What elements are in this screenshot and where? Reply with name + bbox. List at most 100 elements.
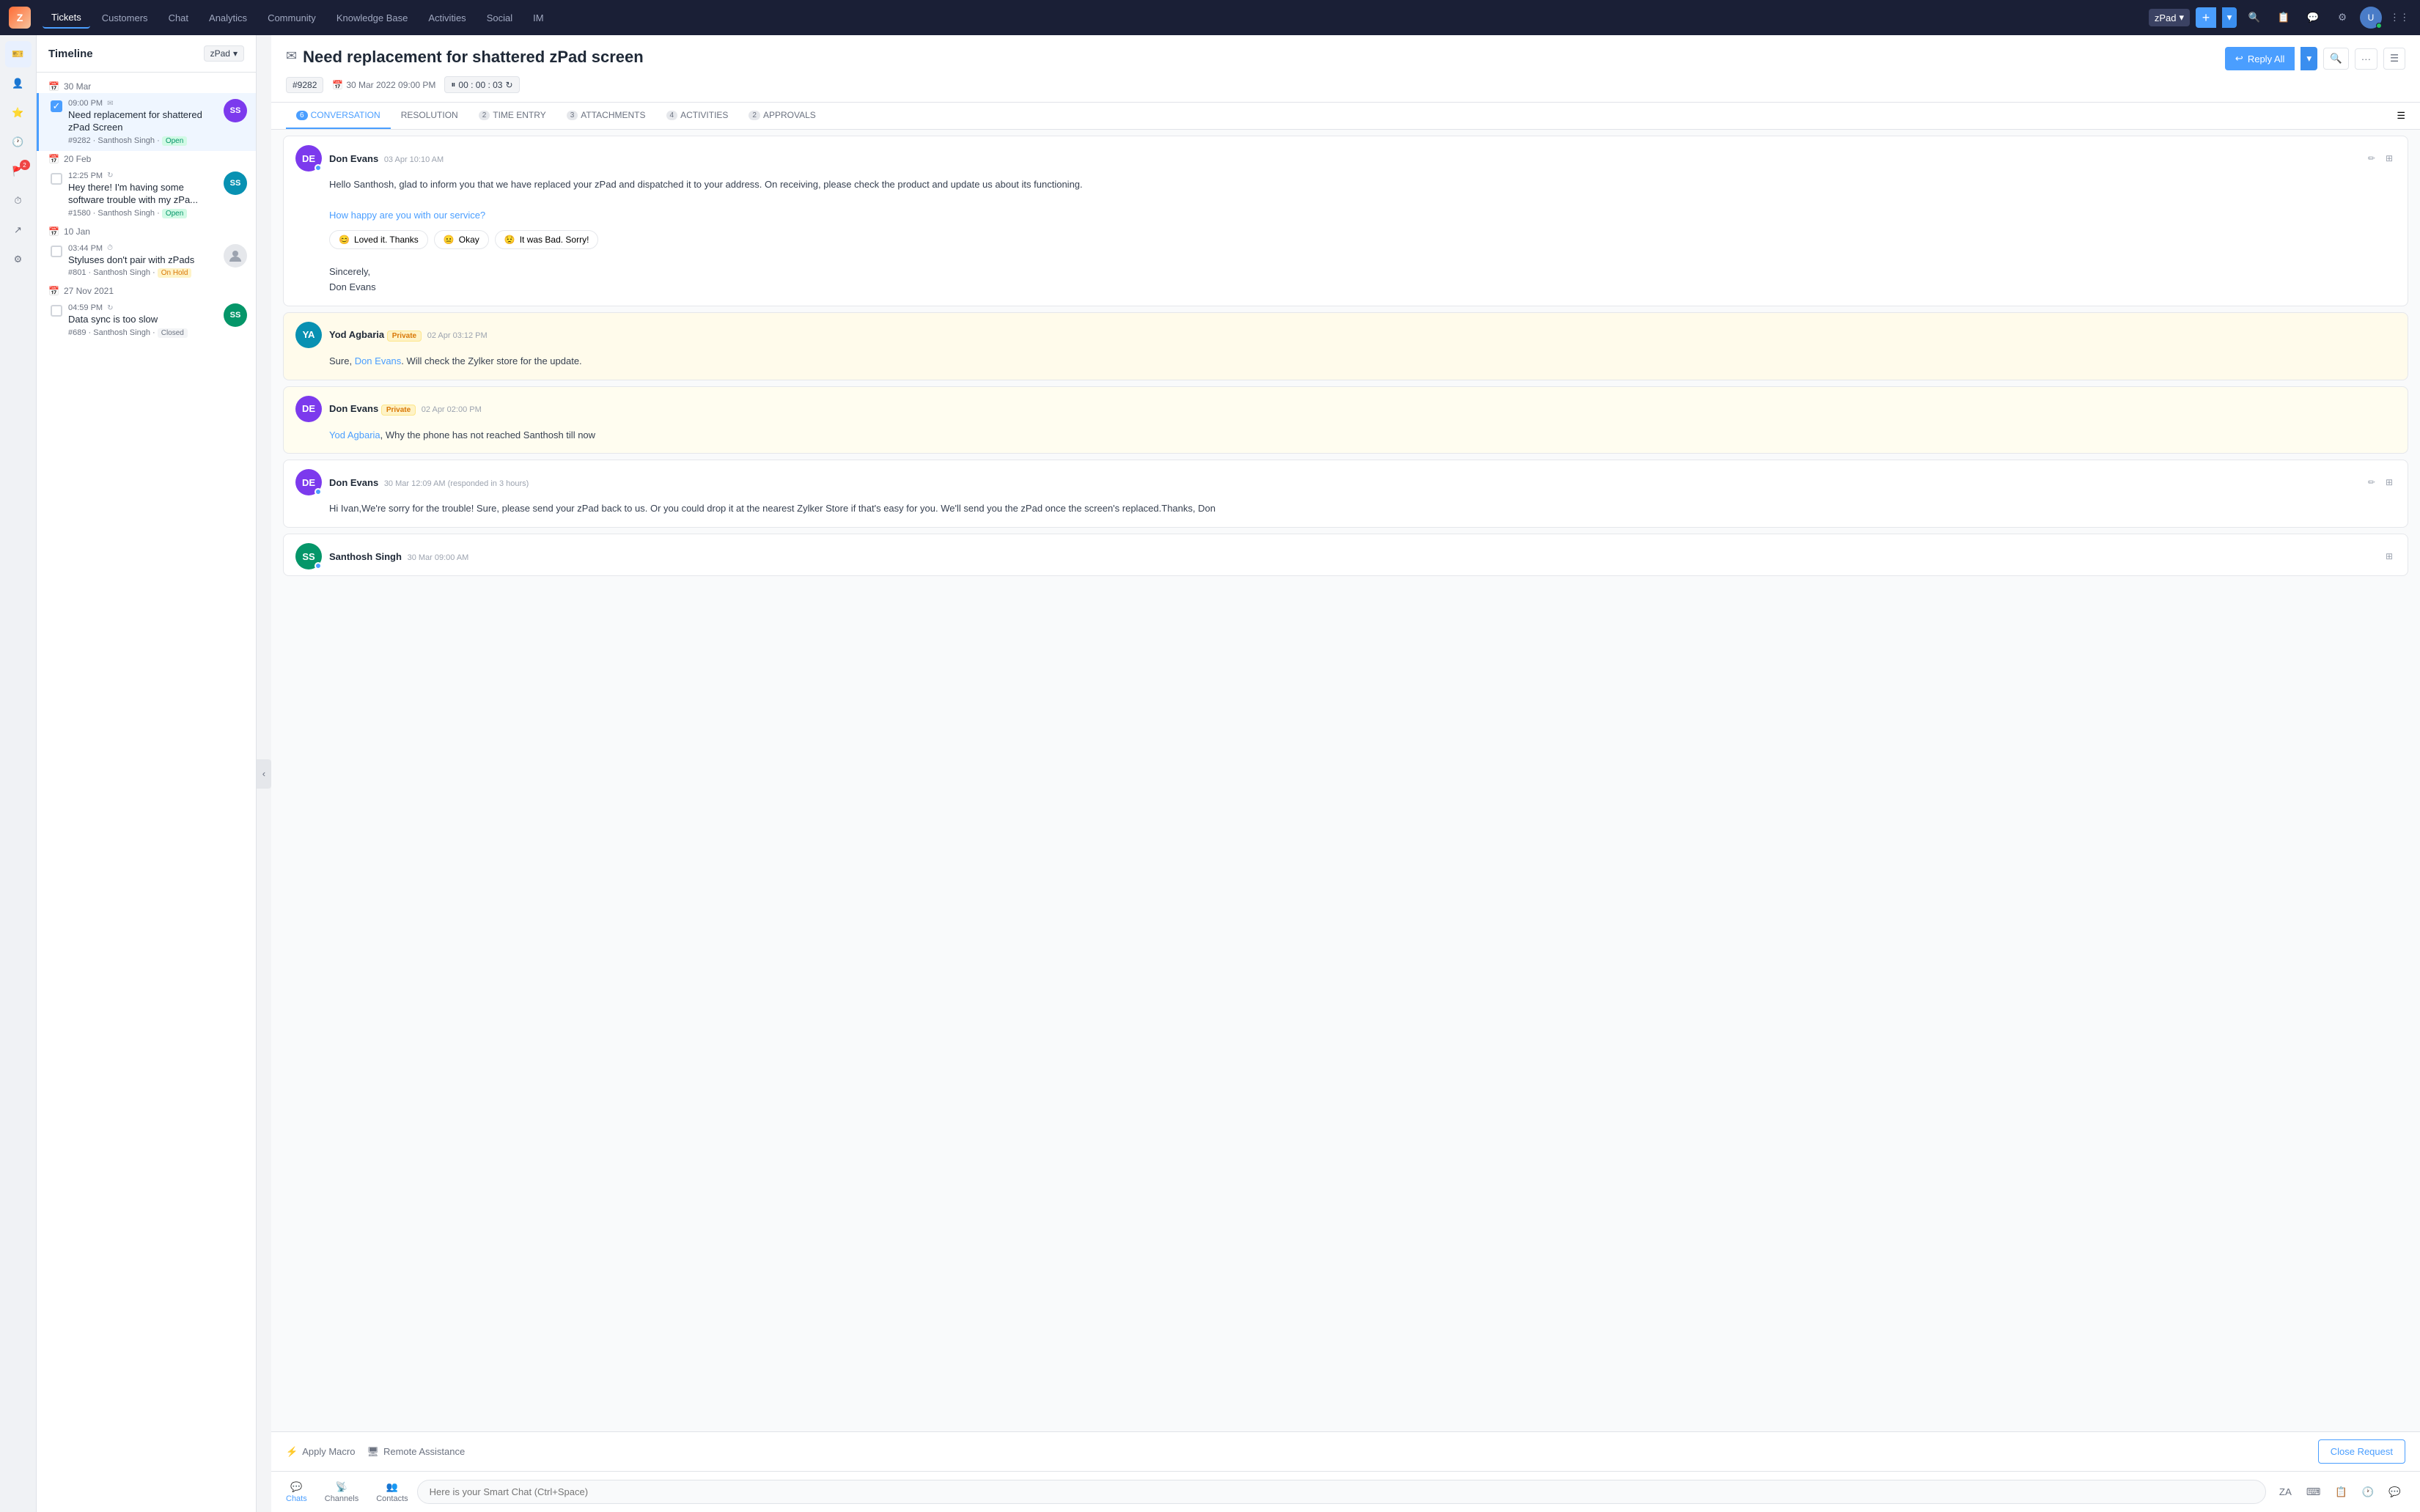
ticket-item[interactable]: 12:25 PM ↻ Hey there! I'm having some so… [37,166,256,224]
search-button[interactable]: 🔍 [2243,6,2266,29]
nav-item-chat[interactable]: Chat [160,8,197,28]
ticket-item[interactable]: ✓ 09:00 PM ✉ Need replacement for shatte… [37,93,256,151]
smart-chat-input[interactable] [417,1480,2266,1504]
ticket-timer[interactable]: ⏸ 00 : 00 : 03 ↻ [444,76,519,93]
nav-item-im[interactable]: IM [524,8,552,28]
message-header: SS Santhosh Singh 30 Mar 09:00 AM ⊞ [284,534,2408,575]
grid-button[interactable]: ⋮⋮ [2388,6,2411,29]
sidebar-item-share[interactable]: ↗ [5,217,32,243]
ticket-checkbox[interactable]: ✓ [51,100,62,112]
nav-item-tickets[interactable]: Tickets [43,7,90,29]
workspace-selector[interactable]: zPad ▾ [2149,9,2190,26]
translate-button[interactable]: ZA [2275,1483,2296,1500]
bottom-nav-chats[interactable]: 💬 Chats [286,1481,307,1503]
status-dot [315,488,322,495]
sidebar-item-starred[interactable]: ⭐ [5,100,32,126]
avatar: DE [295,469,322,495]
chats-label: Chats [286,1494,307,1503]
ticket-avatar [224,244,247,268]
nav-item-knowledge-base[interactable]: Knowledge Base [328,8,417,28]
timeline-body: 📅 30 Mar ✓ 09:00 PM ✉ Need replacement f… [37,73,256,1512]
date-label: 📅 27 Nov 2021 [48,286,244,296]
nav-item-analytics[interactable]: Analytics [200,8,256,28]
edit-message-button[interactable]: ✏ [2365,152,2378,165]
timer-button[interactable]: 🕐 [2358,1483,2379,1501]
remote-assistance-button[interactable]: 🖥 Remote Assistance [367,1446,465,1458]
feedback-loved-button[interactable]: 😊 Loved it. Thanks [329,230,428,249]
edit-message-button[interactable]: ✏ [2365,476,2378,489]
msg-timestamp: 02 Apr 03:12 PM [427,331,488,340]
left-sidebar: 🎫 👤 ⭐ 🕐 🚩 2 ⏱ ↗ ⚙ [0,35,37,1512]
expand-message-button[interactable]: ⊞ [2383,550,2396,563]
sidebar-item-tickets[interactable]: 🎫 [5,41,32,67]
tab-activities[interactable]: 4 ACTIVITIES [656,103,739,129]
mention-link[interactable]: Yod Agbaria [329,429,380,440]
tab-resolution[interactable]: RESOLUTION [391,103,468,129]
tabs-overflow[interactable]: ☰ [2397,110,2405,122]
nav-items: Tickets Customers Chat Analytics Communi… [43,7,2149,29]
message-header: DE Don Evans 30 Mar 12:09 AM (responded … [284,460,2408,501]
collapse-panel-button[interactable]: ‹ [257,759,271,789]
sidebar-item-timer[interactable]: ⏱ [5,188,32,214]
tab-attachments[interactable]: 3 ATTACHMENTS [556,103,656,129]
bottom-nav-channels[interactable]: 📡 Channels [325,1481,358,1503]
ticket-action-bar: ⚡ Apply Macro 🖥 Remote Assistance Close … [271,1431,2420,1471]
msg-timestamp: 30 Mar 09:00 AM [408,553,469,562]
ticket-meta: #801 · Santhosh Singh · On Hold [68,268,218,277]
add-dropdown-button[interactable]: ▾ [2222,7,2237,28]
ticket-item[interactable]: 04:59 PM ↻ Data sync is too slow #689 · … [37,298,256,343]
feedback-bad-button[interactable]: 😟 It was Bad. Sorry! [495,230,599,249]
feedback-okay-button[interactable]: 😐 Okay [434,230,489,249]
tab-approvals[interactable]: 2 APPROVALS [738,103,825,129]
clipboard-button[interactable]: 📋 [2331,1483,2352,1501]
ticket-checkbox[interactable] [51,173,62,185]
notification-button[interactable]: 📋 [2272,6,2295,29]
macro-icon: ⚡ [286,1446,298,1458]
channels-label: Channels [325,1494,358,1503]
ticket-item[interactable]: 03:44 PM ⏱ Styluses don't pair with zPad… [37,238,256,284]
top-navigation: Z Tickets Customers Chat Analytics Commu… [0,0,2420,35]
expand-message-button[interactable]: ⊞ [2383,476,2396,489]
reply-all-dropdown-button[interactable]: ▾ [2301,47,2317,70]
nav-item-customers[interactable]: Customers [93,8,157,28]
more-options-button[interactable]: ··· [2355,48,2377,70]
nav-right: zPad ▾ + ▾ 🔍 📋 💬 ⚙ U ⋮⋮ [2149,6,2411,29]
email-icon: ✉ [107,100,113,108]
status-badge: Open [162,136,187,146]
sidebar-item-contacts[interactable]: 👤 [5,70,32,97]
sidebar-item-settings[interactable]: ⚙ [5,246,32,273]
add-button[interactable]: + [2196,7,2216,28]
reply-all-button[interactable]: ↩ Reply All [2225,47,2295,70]
expand-message-button[interactable]: ⊞ [2383,152,2396,165]
mention-link[interactable]: Don Evans [355,355,402,366]
tab-conversation[interactable]: 6 CONVERSATION [286,103,391,129]
keyboard-button[interactable]: ⌨ [2302,1483,2325,1501]
chat-button[interactable]: 💬 [2301,6,2325,29]
sidebar-item-flags[interactable]: 🚩 2 [5,158,32,185]
tab-time-entry[interactable]: 2 TIME ENTRY [468,103,556,129]
ticket-time: 09:00 PM [68,99,103,108]
nav-item-social[interactable]: Social [478,8,521,28]
ticket-checkbox[interactable] [51,246,62,257]
app-logo[interactable]: Z [9,7,31,29]
settings-button[interactable]: ⚙ [2331,6,2354,29]
close-request-button[interactable]: Close Request [2318,1439,2405,1464]
timeline-filter[interactable]: zPad ▾ [204,45,244,62]
msg-actions: ✏ ⊞ [2365,476,2396,489]
sidebar-item-history[interactable]: 🕐 [5,129,32,155]
msg-name-time: Santhosh Singh 30 Mar 09:00 AM [329,551,468,562]
layout-toggle-button[interactable]: ☰ [2383,48,2405,70]
search-in-ticket-button[interactable]: 🔍 [2323,48,2349,70]
chat-tool-button[interactable]: 💬 [2384,1483,2405,1501]
nav-item-community[interactable]: Community [259,8,325,28]
ticket-meta: #689 · Santhosh Singh · Closed [68,328,218,337]
ticket-info: 04:59 PM ↻ Data sync is too slow #689 · … [68,303,218,337]
ticket-title: Need replacement for shattered zPad scre… [303,47,644,68]
ticket-checkbox[interactable] [51,305,62,317]
apply-macro-button[interactable]: ⚡ Apply Macro [286,1446,355,1458]
nav-item-activities[interactable]: Activities [419,8,474,28]
bottom-nav-contacts[interactable]: 👥 Contacts [376,1481,408,1503]
user-avatar[interactable]: U [2360,7,2382,29]
clock-icon: ⏱ [107,244,113,252]
online-indicator [2376,23,2382,29]
